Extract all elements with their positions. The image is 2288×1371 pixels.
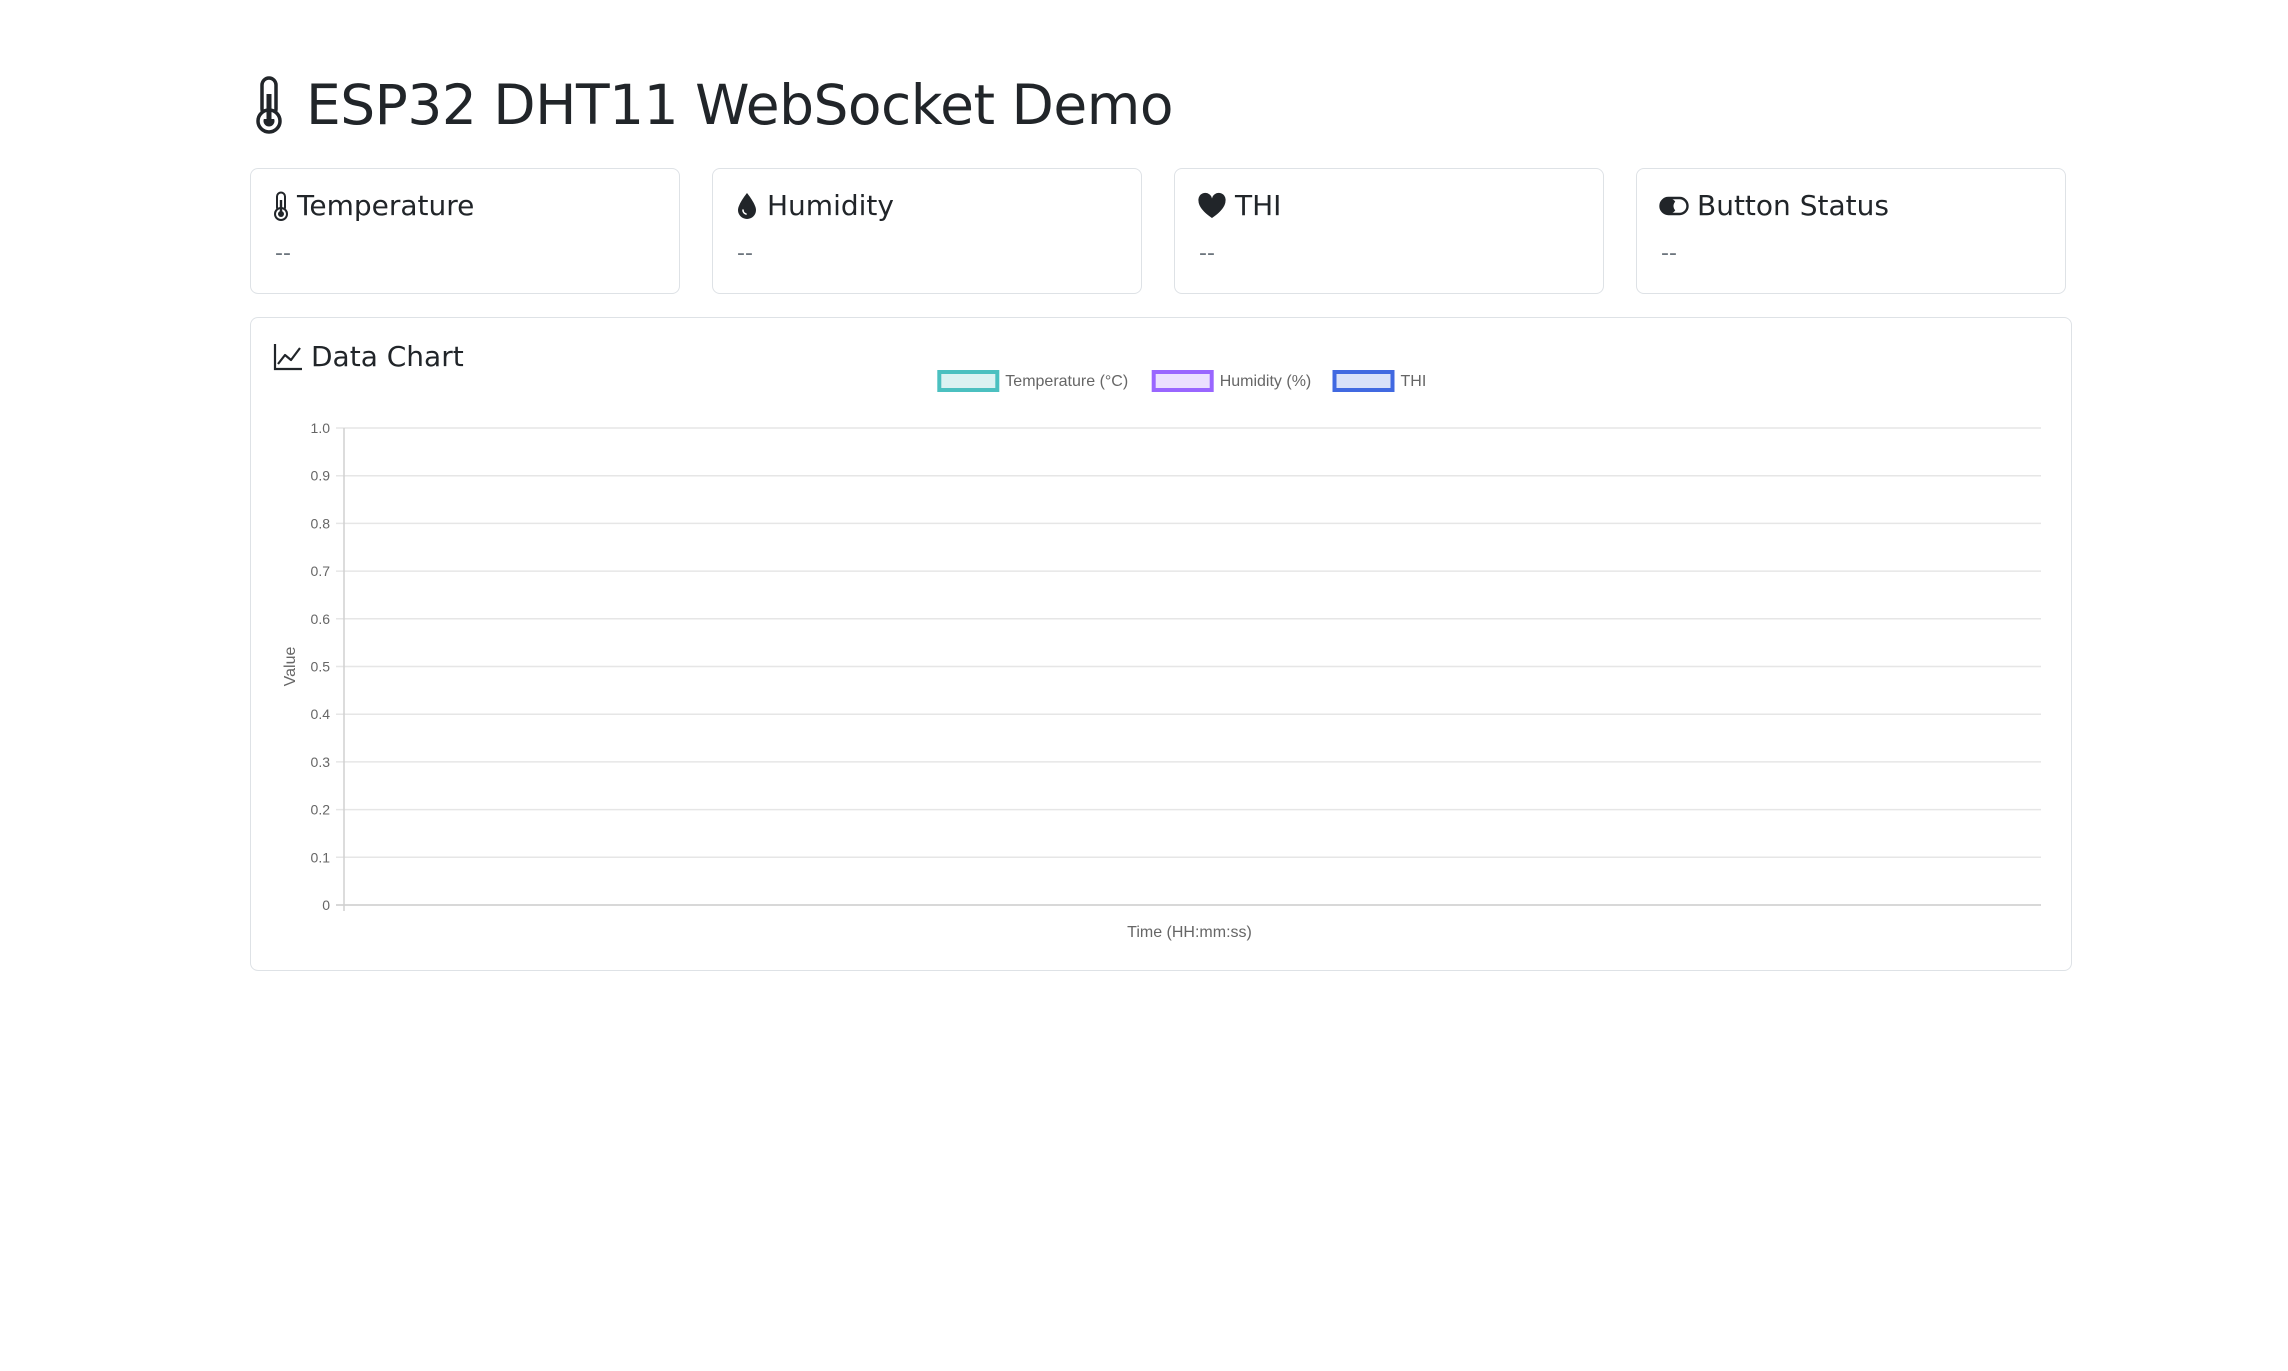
humidity-value: --: [737, 241, 753, 266]
y-tick-label: 0.3: [311, 754, 331, 770]
thermometer-icon: [273, 191, 289, 221]
y-tick-label: 0.1: [311, 849, 331, 865]
page: ESP32 DHT11 WebSocket Demo Temperature -…: [0, 0, 2288, 1371]
page-title-text: ESP32 DHT11 WebSocket Demo: [306, 73, 1173, 137]
thi-value: --: [1199, 241, 1215, 266]
button-status-value: --: [1661, 241, 1677, 266]
toggle-icon: [1659, 196, 1689, 216]
temperature-label: Temperature: [297, 189, 475, 222]
y-tick-label: 0.8: [311, 515, 331, 531]
button-status-label: Button Status: [1697, 189, 1889, 222]
humidity-card: Humidity --: [712, 168, 1142, 294]
legend-label: THI: [1401, 373, 1427, 390]
y-tick-label: 1.0: [311, 420, 331, 436]
data-chart-header: Data Chart: [273, 340, 464, 373]
heart-icon: [1197, 192, 1227, 220]
temperature-value: --: [275, 241, 291, 266]
y-tick-label: 0.9: [311, 468, 331, 484]
button-status-card-header: Button Status: [1659, 189, 1889, 222]
y-axis-title: Value: [282, 647, 299, 687]
y-tick-label: 0.4: [311, 706, 331, 722]
legend-label: Humidity (%): [1220, 373, 1312, 390]
legend-swatch: [1151, 370, 1214, 392]
thi-label: THI: [1235, 189, 1282, 222]
y-tick-label: 0.5: [311, 659, 331, 675]
droplet-icon: [735, 191, 759, 221]
y-tick-label: 0.7: [311, 563, 331, 579]
y-tick-label: 0.2: [311, 802, 331, 818]
x-axis-title: Time (HH:mm:ss): [1127, 924, 1252, 941]
humidity-label: Humidity: [767, 189, 894, 222]
y-tick-label: 0: [322, 897, 330, 913]
legend-swatch: [937, 370, 1000, 392]
humidity-card-header: Humidity: [735, 189, 894, 222]
legend-label: Temperature (°C): [1005, 373, 1128, 390]
data-chart-card: 0 0.1 0.2 0.3 0.4 0.5 0.6 0.7 0.8 0.9 1.0 Value Time…: [250, 317, 2072, 971]
legend-swatch: [1332, 370, 1395, 392]
thi-card: THI --: [1174, 168, 1604, 294]
sensor-cards: Temperature -- Humidity -- THI -- Button…: [250, 168, 2072, 294]
temperature-card: Temperature --: [250, 168, 680, 294]
thi-card-header: THI: [1197, 189, 1281, 222]
data-chart: 0 0.1 0.2 0.3 0.4 0.5 0.6 0.7 0.8 0.9 1.0 Value Time…: [282, 370, 2041, 941]
data-chart-title: Data Chart: [311, 340, 464, 373]
y-tick-label: 0.6: [311, 611, 331, 627]
temperature-card-header: Temperature: [273, 189, 474, 222]
line-chart-icon: [273, 343, 303, 371]
page-title: ESP32 DHT11 WebSocket Demo: [254, 62, 1173, 148]
button-status-card: Button Status --: [1636, 168, 2066, 294]
thermometer-icon: [254, 76, 284, 134]
